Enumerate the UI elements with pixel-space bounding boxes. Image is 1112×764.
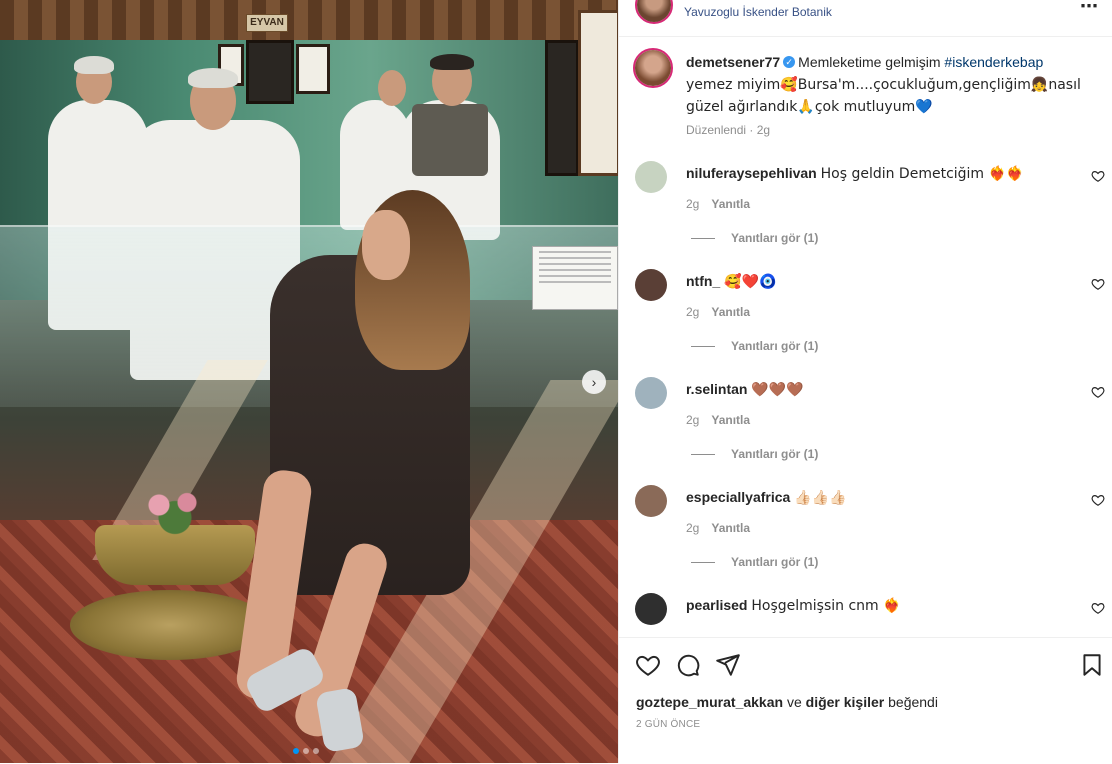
notice-sign bbox=[532, 246, 618, 310]
chevron-right-icon[interactable]: › bbox=[582, 370, 606, 394]
avatar[interactable] bbox=[635, 0, 673, 24]
reply-button[interactable]: Yanıtla bbox=[711, 521, 750, 535]
post-actions: goztepe_murat_akkan ve diğer kişiler beğ… bbox=[619, 637, 1112, 764]
caption-text: yemez miyim🥰Bursa'm....çocukluğum,gençli… bbox=[686, 77, 1081, 115]
carousel-indicator bbox=[293, 748, 319, 754]
figure-head bbox=[378, 70, 406, 106]
comment-age: 2g bbox=[686, 305, 700, 319]
liker-username[interactable]: goztepe_murat_akkan bbox=[636, 694, 783, 710]
wall-document bbox=[578, 10, 618, 176]
comment-item: pearlised Hoşgelmişsin cnm ❤️‍🔥 bbox=[619, 593, 1112, 637]
post-header: Yavuzoglu İskender Botanik ⋯ bbox=[619, 0, 1112, 37]
commenter-username[interactable]: pearlised bbox=[686, 597, 747, 613]
figure-hair bbox=[74, 56, 114, 74]
commenter-avatar[interactable] bbox=[635, 593, 667, 625]
commenter-username[interactable]: niluferaysepehlivan bbox=[686, 165, 817, 181]
reply-button[interactable]: Yanıtla bbox=[711, 197, 750, 211]
wall-photo bbox=[296, 44, 330, 94]
likes-summary: goztepe_murat_akkan ve diğer kişiler beğ… bbox=[636, 694, 938, 710]
post-media[interactable]: EYVAN › bbox=[0, 0, 618, 763]
flower-pot bbox=[135, 485, 215, 535]
view-replies-button[interactable]: Yanıtları gör (1) bbox=[691, 231, 818, 245]
edited-label: Düzenlendi · 2g bbox=[686, 123, 771, 137]
heart-icon[interactable] bbox=[1091, 169, 1105, 183]
comment-age: 2g bbox=[686, 521, 700, 535]
commenter-username[interactable]: ntfn_ bbox=[686, 273, 720, 289]
view-replies-button[interactable]: Yanıtları gör (1) bbox=[691, 555, 818, 569]
post-details-panel: Yavuzoglu İskender Botanik ⋯ demetsener7… bbox=[618, 0, 1112, 764]
comment-text: 🤎🤎🤎 bbox=[751, 382, 804, 398]
likes-joiner: ve bbox=[783, 694, 806, 710]
comment-age: 2g bbox=[686, 413, 700, 427]
verified-badge-icon: ✓ bbox=[783, 56, 796, 69]
bookmark-icon[interactable] bbox=[1079, 652, 1105, 678]
author-username[interactable]: demetsener77 bbox=[686, 54, 780, 70]
commenter-avatar[interactable] bbox=[635, 161, 667, 193]
view-replies-button[interactable]: Yanıtları gör (1) bbox=[691, 447, 818, 461]
carousel-dot bbox=[303, 748, 309, 754]
caption-text: Memleketime gelmişim bbox=[798, 54, 945, 70]
reply-button[interactable]: Yanıtla bbox=[711, 305, 750, 319]
comment-text: Hoş geldin Demetciğim ❤️‍🔥❤️‍🔥 bbox=[820, 166, 1024, 182]
more-icon[interactable]: ⋯ bbox=[1080, 0, 1099, 17]
heart-icon[interactable] bbox=[635, 652, 661, 678]
woman-face bbox=[362, 210, 410, 280]
heart-icon[interactable] bbox=[1091, 277, 1105, 291]
comment-icon[interactable] bbox=[675, 652, 701, 678]
location-link[interactable]: Yavuzoglu İskender Botanik bbox=[684, 5, 832, 19]
commenter-avatar[interactable] bbox=[635, 377, 667, 409]
heart-icon[interactable] bbox=[1091, 385, 1105, 399]
hashtag-link[interactable]: #iskenderkebap bbox=[944, 54, 1043, 70]
comment-text: Hoşgelmişsin cnm ❤️‍🔥 bbox=[751, 598, 901, 614]
share-icon[interactable] bbox=[715, 652, 741, 678]
commenter-username[interactable]: r.selintan bbox=[686, 381, 747, 397]
post-caption: demetsener77 ✓ Memleketime gelmişim #isken… bbox=[686, 52, 1086, 118]
other-likers-link[interactable]: diğer kişiler bbox=[806, 694, 885, 710]
wall-frame bbox=[545, 40, 579, 176]
wall-photo bbox=[246, 40, 294, 104]
reply-button[interactable]: Yanıtla bbox=[711, 413, 750, 427]
comment-text: 👍🏻👍🏻👍🏻 bbox=[794, 490, 847, 506]
view-replies-button[interactable]: Yanıtları gör (1) bbox=[691, 339, 818, 353]
ceiling-decor bbox=[0, 0, 618, 40]
commenter-username[interactable]: especiallyafrica bbox=[686, 489, 790, 505]
likes-suffix: beğendi bbox=[884, 694, 938, 710]
carousel-dot bbox=[293, 748, 299, 754]
carousel-dot bbox=[313, 748, 319, 754]
comment-text: 🥰❤️🧿 bbox=[724, 274, 777, 290]
figure-vest bbox=[412, 104, 488, 176]
author-avatar[interactable] bbox=[633, 48, 673, 88]
post-timestamp[interactable]: 2 GÜN ÖNCE bbox=[636, 719, 700, 730]
comment-age: 2g bbox=[686, 197, 700, 211]
figure-hair bbox=[430, 54, 474, 70]
eyvan-sign: EYVAN bbox=[246, 14, 288, 32]
heart-icon[interactable] bbox=[1091, 601, 1105, 615]
commenter-avatar[interactable] bbox=[635, 485, 667, 517]
commenter-avatar[interactable] bbox=[635, 269, 667, 301]
figure-hair bbox=[188, 68, 238, 88]
heart-icon[interactable] bbox=[1091, 493, 1105, 507]
